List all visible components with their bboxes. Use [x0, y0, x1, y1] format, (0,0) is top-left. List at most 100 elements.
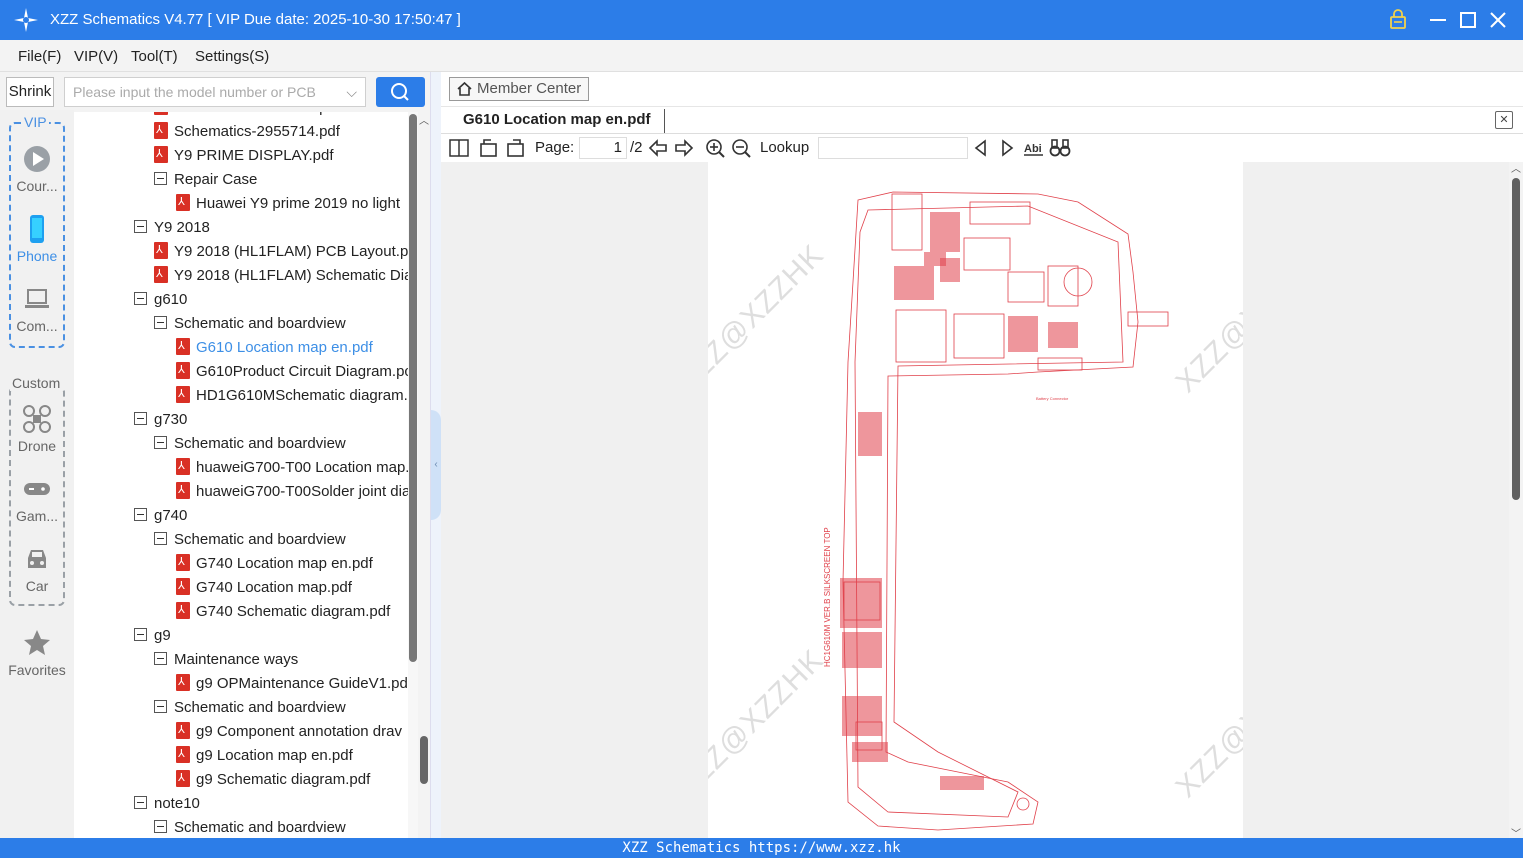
- binoculars-icon[interactable]: [1049, 137, 1071, 159]
- rail-game[interactable]: Gam...: [4, 474, 70, 524]
- zoom-out-icon[interactable]: [730, 137, 752, 159]
- collapse-toggle-icon[interactable]: [154, 436, 167, 449]
- tree-folder[interactable]: Repair Case: [154, 168, 257, 192]
- collapse-toggle-icon[interactable]: [134, 796, 147, 809]
- viewer-scrollbar[interactable]: ︿ ﹀: [1509, 162, 1523, 838]
- tree-item-label: Repair Case: [174, 171, 258, 188]
- find-previous-icon[interactable]: [970, 137, 992, 159]
- tree-folder[interactable]: g9: [134, 624, 171, 648]
- tree-outer-scrollbar-thumb[interactable]: [420, 736, 428, 784]
- tree-file[interactable]: Schematics-2771719.pdf: [154, 112, 340, 120]
- tree-file[interactable]: HD1G610MSchematic diagram.: [176, 384, 408, 408]
- pdf-icon: [176, 554, 190, 571]
- rail-phone[interactable]: Phone: [4, 214, 70, 264]
- tree-folder[interactable]: Maintenance ways: [154, 648, 298, 672]
- lookup-input[interactable]: [818, 137, 968, 159]
- tree-folder[interactable]: note10: [134, 792, 200, 816]
- search-button[interactable]: [376, 77, 425, 107]
- tree-file[interactable]: G610Product Circuit Diagram.pc: [176, 360, 408, 384]
- panel-splitter[interactable]: ‹: [430, 72, 441, 838]
- collapse-toggle-icon[interactable]: [154, 532, 167, 545]
- viewer-scrollbar-thumb[interactable]: [1512, 178, 1520, 500]
- search-input[interactable]: Please input the model number or PCB ⌵: [64, 77, 366, 107]
- tree-folder[interactable]: g730: [134, 408, 187, 432]
- collapse-toggle-icon[interactable]: [154, 700, 167, 713]
- document-panel: Member Center G610 Location map en.pdf ✕…: [441, 72, 1523, 838]
- shrink-button[interactable]: Shrink: [6, 77, 54, 107]
- close-tab-icon[interactable]: ✕: [1495, 111, 1513, 129]
- rail-computer[interactable]: Com...: [4, 284, 70, 334]
- tree-scrollbar-thumb[interactable]: [409, 114, 417, 662]
- chevron-down-icon[interactable]: ⌵: [346, 78, 357, 106]
- rotate-right-icon[interactable]: [504, 137, 526, 159]
- collapse-toggle-icon[interactable]: [134, 508, 147, 521]
- tree-file[interactable]: huaweiG700-T00Solder joint dia: [176, 480, 408, 504]
- next-page-icon[interactable]: [673, 137, 695, 159]
- rail-favorites[interactable]: Favorites: [0, 628, 74, 678]
- tree-folder[interactable]: g740: [134, 504, 187, 528]
- tree-file[interactable]: Y9 2018 (HL1FLAM) Schematic Dia: [154, 264, 408, 288]
- menu-file[interactable]: File(F): [18, 48, 61, 65]
- collapse-toggle-icon[interactable]: [134, 412, 147, 425]
- tree-folder[interactable]: Schematic and boardview: [154, 528, 346, 552]
- rail-drone[interactable]: Drone: [4, 404, 70, 454]
- tree-file[interactable]: Y9 2018 (HL1FLAM) PCB Layout.pd: [154, 240, 408, 264]
- tree-file[interactable]: g9 OPMaintenance GuideV1.pd: [176, 672, 408, 696]
- member-center-button[interactable]: Member Center: [449, 77, 589, 101]
- zoom-in-icon[interactable]: [704, 137, 726, 159]
- minimize-icon[interactable]: [1424, 6, 1452, 34]
- find-next-icon[interactable]: [996, 137, 1018, 159]
- lock-icon[interactable]: [1384, 6, 1412, 34]
- pdf-viewer[interactable]: HC1G610M VER.B SILKSCREEN TOP Battery Co…: [441, 162, 1523, 838]
- tree-file[interactable]: G740 Location map.pdf: [176, 576, 352, 600]
- tree-file[interactable]: g9 Location map en.pdf: [176, 744, 353, 768]
- tree-file[interactable]: g9 Schematic diagram.pdf: [176, 768, 370, 792]
- collapse-toggle-icon[interactable]: [154, 316, 167, 329]
- tree-file[interactable]: G610 Location map en.pdf: [176, 336, 373, 360]
- collapse-toggle-icon[interactable]: [154, 172, 167, 185]
- laptop-icon: [25, 289, 49, 308]
- scroll-up-icon[interactable]: ︿: [1511, 162, 1521, 175]
- tree-scrollbar[interactable]: [408, 112, 418, 838]
- previous-page-icon[interactable]: [647, 137, 669, 159]
- match-case-icon[interactable]: Abi: [1023, 137, 1045, 159]
- tree-file[interactable]: G740 Schematic diagram.pdf: [176, 600, 390, 624]
- rail-car[interactable]: Car: [4, 544, 70, 594]
- tree-file[interactable]: huaweiG700-T00 Location map.: [176, 456, 408, 480]
- collapse-toggle-icon[interactable]: [154, 652, 167, 665]
- tree-folder[interactable]: Y9 2018: [134, 216, 210, 240]
- tree-file[interactable]: Y9 PRIME DISPLAY.pdf: [154, 144, 334, 168]
- tree-file[interactable]: g9 Component annotation drav: [176, 720, 402, 744]
- scroll-down-icon[interactable]: ﹀: [1511, 825, 1521, 838]
- menu-tool[interactable]: Tool(T): [131, 48, 178, 65]
- tree-folder[interactable]: Schematic and boardview: [154, 816, 346, 838]
- collapse-toggle-icon[interactable]: [134, 292, 147, 305]
- tree-folder[interactable]: Schematic and boardview: [154, 696, 346, 720]
- tree-outer-scrollbar[interactable]: ︿: [418, 112, 430, 838]
- tab-divider: [664, 109, 665, 133]
- maximize-icon[interactable]: [1454, 6, 1482, 34]
- tab-document[interactable]: G610 Location map en.pdf: [463, 111, 651, 128]
- collapse-toggle-icon[interactable]: [134, 220, 147, 233]
- page-number-input[interactable]: 1: [579, 137, 627, 159]
- tree-file[interactable]: Huawei Y9 prime 2019 no light: [176, 192, 400, 216]
- tree-item-label: Y9 2018: [154, 219, 210, 236]
- scroll-up-icon[interactable]: ︿: [419, 112, 429, 127]
- tree-item-label: Y9 2018 (HL1FLAM) PCB Layout.pd: [174, 243, 408, 260]
- menu-settings[interactable]: Settings(S): [195, 48, 269, 65]
- file-tree: Schematics-2771719.pdf Schematics-2955714…: [74, 112, 408, 838]
- collapse-handle[interactable]: ‹: [431, 410, 441, 520]
- rotate-left-icon[interactable]: [478, 137, 500, 159]
- tree-folder[interactable]: g610: [134, 288, 187, 312]
- menu-vip[interactable]: VIP(V): [74, 48, 118, 65]
- sidebar-toggle-icon[interactable]: [448, 137, 470, 159]
- tree-file[interactable]: Schematics-2955714.pdf: [154, 120, 340, 144]
- tree-folder[interactable]: Schematic and boardview: [154, 432, 346, 456]
- tree-folder[interactable]: Schematic and boardview: [154, 312, 346, 336]
- tree-file[interactable]: G740 Location map en.pdf: [176, 552, 373, 576]
- collapse-toggle-icon[interactable]: [134, 628, 147, 641]
- rail-courses[interactable]: Cour...: [4, 144, 70, 194]
- close-icon[interactable]: [1484, 6, 1512, 34]
- collapse-toggle-icon[interactable]: [154, 820, 167, 833]
- pdf-icon: [176, 674, 190, 691]
